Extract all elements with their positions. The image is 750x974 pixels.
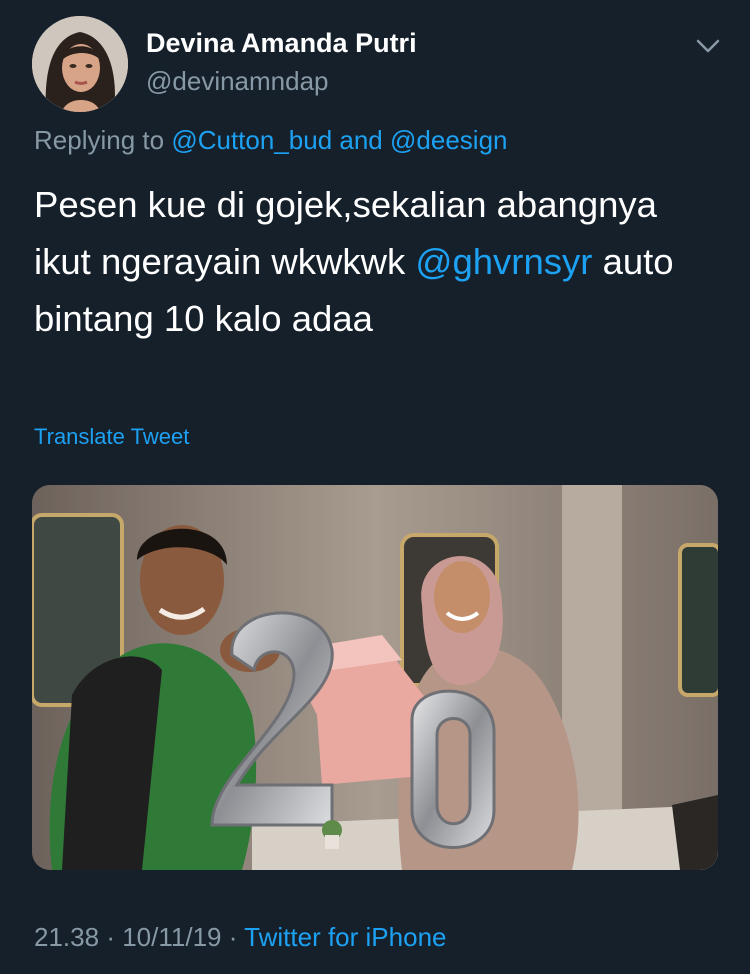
tweet-source-link[interactable]: Twitter for iPhone [244, 922, 446, 952]
tweet-meta: 21.38 · 10/11/19 · Twitter for iPhone [34, 922, 446, 953]
tweet-photo[interactable] [32, 485, 718, 870]
replying-prefix: Replying to [34, 125, 165, 155]
replying-to: Replying to @Cutton_bud and @deesign [34, 125, 508, 156]
avatar[interactable] [32, 16, 128, 112]
tweet-time: 21.38 [34, 922, 100, 952]
reply-mention-cutton-bud[interactable]: @Cutton_bud [171, 125, 332, 155]
chevron-down-icon[interactable] [692, 30, 724, 62]
tweet-line-3: bintang 10 kalo adaa [34, 298, 373, 339]
translate-tweet-link[interactable]: Translate Tweet [34, 424, 189, 450]
meta-separator-2: · [228, 922, 238, 952]
tweet-text: Pesen kue di gojek,sekalian abangnya iku… [34, 176, 724, 347]
tweet-line-1: Pesen kue di gojek,sekalian abangnya [34, 184, 657, 225]
profile-photo [32, 16, 128, 112]
tweet-line-2-end: auto [602, 241, 674, 282]
author-handle[interactable]: @devinamndap [146, 66, 329, 97]
tweet-mention-ghvrnsyr[interactable]: @ghvrnsyr [415, 241, 592, 282]
tweet-date: 10/11/19 [122, 922, 222, 952]
tweet-line-2-start: ikut ngerayain wkwkwk [34, 241, 406, 282]
tweet-line-2: ikut ngerayain wkwkwk @ghvrnsyr auto [34, 233, 724, 290]
author-display-name[interactable]: Devina Amanda Putri [146, 28, 417, 59]
reply-mention-deesign[interactable]: @deesign [390, 125, 507, 155]
reply-connector[interactable]: and [339, 125, 382, 155]
meta-separator-1: · [106, 922, 115, 952]
